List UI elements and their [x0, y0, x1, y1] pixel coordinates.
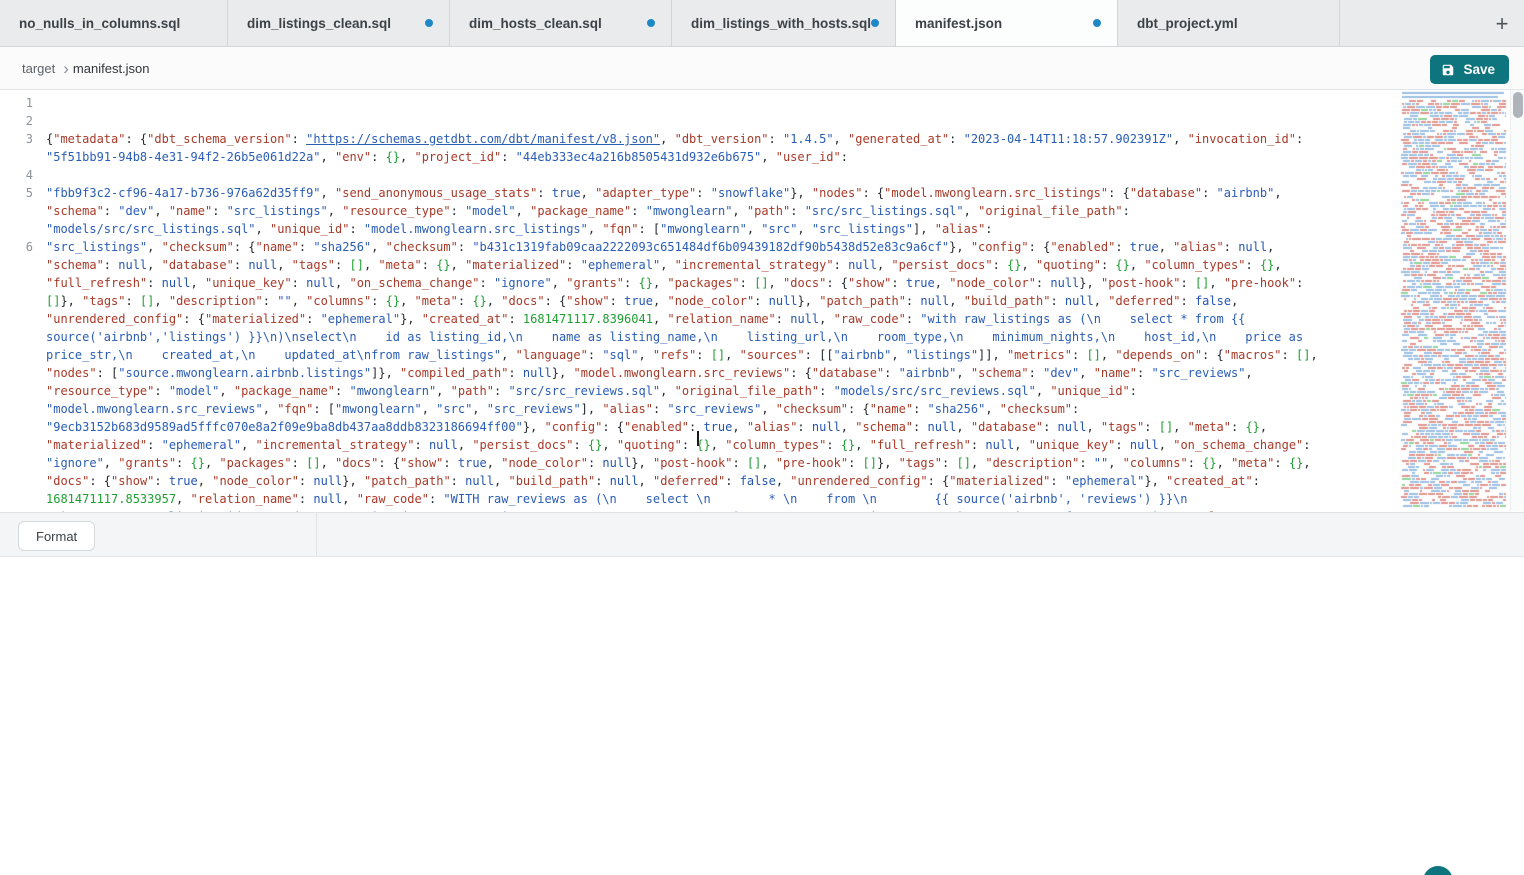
tab-label: dbt_project.yml [1137, 16, 1238, 31]
tab-bar: no_nulls_in_columns.sql dim_listings_cle… [0, 0, 1524, 47]
unsaved-changes-dot [1093, 19, 1101, 27]
format-button[interactable]: Format [18, 521, 95, 551]
save-button[interactable]: Save [1430, 55, 1509, 84]
tab-manifest-json[interactable]: manifest.json [896, 0, 1118, 46]
tab-dim-hosts-clean-sql[interactable]: dim_hosts_clean.sql [450, 0, 672, 46]
line-code [46, 94, 53, 112]
line-number: 2 [0, 112, 46, 130]
tab-label: dim_hosts_clean.sql [469, 16, 602, 31]
dbt-ide-window: no_nulls_in_columns.sql dim_listings_cle… [0, 0, 1524, 875]
panel-divider [316, 513, 317, 558]
results-panel [0, 557, 1524, 875]
line-code [46, 112, 53, 130]
line-code: {"metadata": {"dbt_schema_version": "htt… [46, 130, 1318, 166]
new-tab-button[interactable]: + [1480, 0, 1524, 47]
tab-label: manifest.json [915, 16, 1002, 31]
unsaved-changes-dot [647, 19, 655, 27]
scrollbar-thumb[interactable] [1513, 92, 1523, 118]
line-number: 4 [0, 166, 46, 184]
tab-label: dim_listings_with_hosts.sql [691, 16, 871, 31]
line-code: "src_listings", "checksum": {"name": "sh… [46, 238, 1318, 512]
line-number: 6 [0, 238, 46, 256]
plus-icon: + [1496, 11, 1509, 37]
file-toolbar: target › manifest.json Save [0, 47, 1524, 90]
breadcrumb-file: manifest.json [73, 61, 150, 76]
line-code: "fbb9f3c2-cf96-4a17-b736-976a62d35ff9", … [46, 184, 1318, 238]
bottom-action-bar: Format [0, 512, 1524, 557]
editor-line[interactable]: 2 [0, 112, 1400, 130]
line-code [46, 166, 53, 184]
editor-line[interactable]: 5 "fbb9f3c2-cf96-4a17-b736-976a62d35ff9"… [0, 184, 1400, 238]
editor-minimap[interactable] [1400, 90, 1510, 511]
tab-dim-listings-with-hosts-sql[interactable]: dim_listings_with_hosts.sql [672, 0, 896, 46]
tab-label: dim_listings_clean.sql [247, 16, 391, 31]
text-caret [697, 431, 699, 446]
unsaved-changes-dot [425, 19, 433, 27]
tab-label: no_nulls_in_columns.sql [19, 16, 180, 31]
editor-line[interactable]: 1 [0, 94, 1400, 112]
editor-line[interactable]: 3 {"metadata": {"dbt_schema_version": "h… [0, 130, 1400, 166]
floppy-disk-icon [1441, 63, 1455, 77]
line-number: 5 [0, 184, 46, 202]
line-number: 3 [0, 130, 46, 148]
tab-no-nulls-in-columns-sql[interactable]: no_nulls_in_columns.sql [0, 0, 228, 46]
vertical-scrollbar[interactable] [1510, 90, 1524, 511]
editor-lines: 1 2 3 {"metadata": {"dbt_schema_version"… [0, 94, 1400, 512]
save-button-label: Save [1463, 62, 1495, 77]
code-editor[interactable]: 1 2 3 {"metadata": {"dbt_schema_version"… [0, 90, 1400, 512]
unsaved-changes-dot [871, 19, 879, 27]
line-number: 1 [0, 94, 46, 112]
breadcrumb-folder: target [22, 61, 55, 76]
chevron-right-icon: › [63, 60, 69, 77]
editor-line[interactable]: 6 "src_listings", "checksum": {"name": "… [0, 238, 1400, 512]
tab-dim-listings-clean-sql[interactable]: dim_listings_clean.sql [228, 0, 450, 46]
tab-dbt-project-yml[interactable]: dbt_project.yml [1118, 0, 1340, 46]
editor-line[interactable]: 4 [0, 166, 1400, 184]
